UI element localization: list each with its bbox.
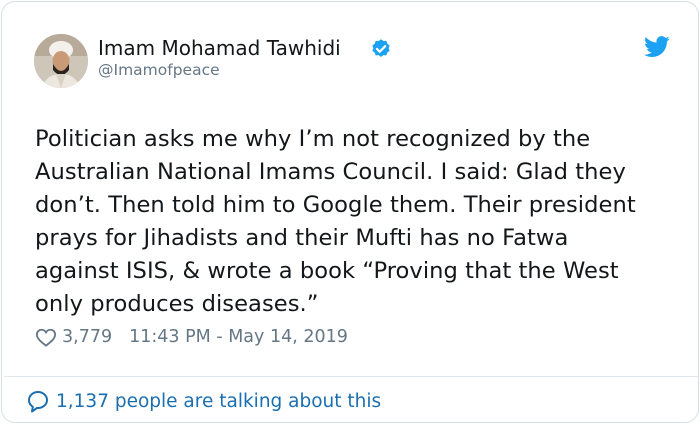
avatar-image	[34, 34, 88, 88]
heart-icon[interactable]	[35, 327, 57, 347]
author-name[interactable]: Imam Mohamad Tawhidi	[98, 35, 341, 61]
tweet-text-line: prays for Jihadists and their Mufti has …	[35, 225, 569, 251]
avatar[interactable]	[34, 34, 88, 88]
conversation-link[interactable]: 1,137 people are talking about this	[26, 388, 381, 414]
tweet-text-line: Politician asks me why I’m not recognize…	[35, 126, 591, 152]
tweet-text-line: only produces diseases.”	[35, 291, 319, 317]
tweet-text: Politician asks me why I’m not recognize…	[35, 123, 685, 321]
twitter-bird-icon[interactable]	[644, 36, 670, 58]
speech-bubble-icon	[28, 391, 48, 413]
like-count[interactable]: 3,779	[62, 327, 112, 347]
timestamp[interactable]: 11:43 PM - May 14, 2019	[129, 327, 348, 347]
conversation-text[interactable]: 1,137 people are talking about this	[56, 391, 381, 412]
verified-badge-icon	[372, 39, 390, 57]
tweet-text-line: don’t. Then told him to Google them. The…	[35, 192, 636, 218]
tweet-text-line: against ISIS, & wrote a book “Proving th…	[35, 258, 619, 284]
tweet-meta: 3,779 11:43 PM - May 14, 2019	[35, 324, 348, 350]
tweet-card: Imam Mohamad Tawhidi @Imamofpeace Politi…	[1, 1, 699, 423]
tweet-text-line: Australian National Imams Council. I sai…	[35, 159, 626, 185]
author-handle[interactable]: @Imamofpeace	[98, 60, 220, 80]
divider	[4, 376, 698, 377]
